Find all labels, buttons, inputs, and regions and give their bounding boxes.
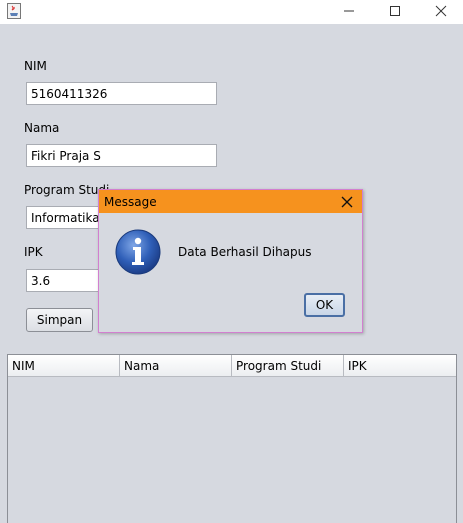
column-header-nama[interactable]: Nama <box>120 355 232 377</box>
dialog-message: Data Berhasil Dihapus <box>178 245 312 259</box>
column-header-program-studi[interactable]: Program Studi <box>232 355 344 377</box>
column-header-nim[interactable]: NIM <box>8 355 120 377</box>
dialog-close-button[interactable] <box>339 194 355 210</box>
data-table[interactable]: NIM Nama Program Studi IPK <box>7 354 457 523</box>
message-dialog: Message Data Berhasil Dihapus OK <box>98 189 363 333</box>
column-header-ipk[interactable]: IPK <box>344 355 456 377</box>
minimize-icon <box>344 10 354 12</box>
close-icon <box>341 196 353 208</box>
prodi-label: Program Studi <box>24 183 110 197</box>
info-icon <box>115 229 161 275</box>
maximize-icon <box>390 6 400 16</box>
close-button[interactable] <box>418 0 463 22</box>
nama-field[interactable]: Fikri Praja S <box>26 144 217 167</box>
table-header: NIM Nama Program Studi IPK <box>8 355 456 377</box>
nama-label: Nama <box>24 121 60 135</box>
maximize-button[interactable] <box>372 0 418 22</box>
java-icon <box>7 3 21 19</box>
save-button[interactable]: Simpan <box>26 308 93 332</box>
ipk-label: IPK <box>24 245 43 259</box>
ok-button[interactable]: OK <box>304 293 345 317</box>
dialog-title: Message <box>104 195 157 209</box>
close-icon <box>435 5 447 17</box>
minimize-button[interactable] <box>326 0 372 22</box>
nim-label: NIM <box>24 59 47 73</box>
dialog-titlebar: Message <box>99 190 362 213</box>
window-titlebar <box>0 0 463 24</box>
nim-field[interactable]: 5160411326 <box>26 82 217 105</box>
